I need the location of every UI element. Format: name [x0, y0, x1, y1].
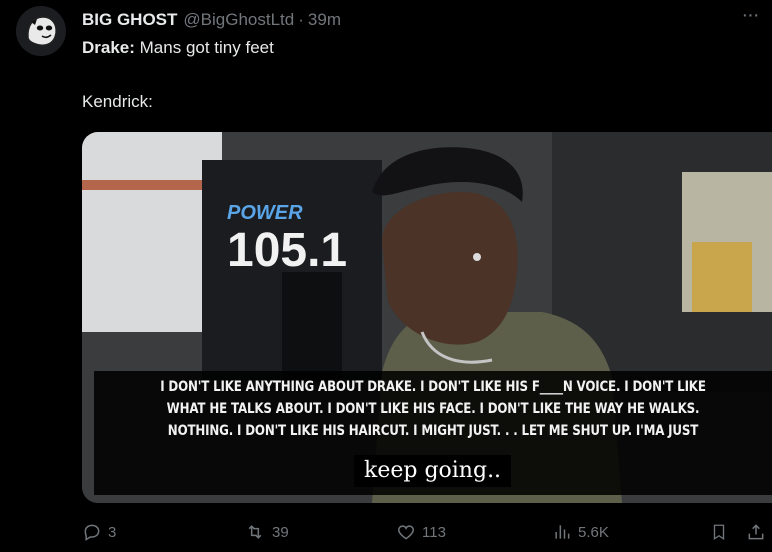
views-icon [555, 525, 570, 539]
ghost-avatar-icon [16, 6, 66, 56]
reply-count: 3 [108, 523, 117, 541]
like-button[interactable]: 113 [396, 522, 446, 542]
action-bar: 3 39 113 5.6K [82, 522, 772, 546]
like-icon [397, 525, 415, 540]
views-button[interactable]: 5.6K [552, 522, 609, 542]
tweet-text-line-1: Drake: Mans got tiny feet [82, 38, 274, 58]
subtitle-box: I DON'T LIKE ANYTHING ABOUT DRAKE. I DON… [94, 371, 772, 495]
tweet-media[interactable]: POWER 105.1 I DON'T LIKE ANYTHING ABOUT … [82, 132, 772, 503]
speaker-name: Drake: [82, 38, 135, 57]
station-sign: POWER 105.1 [227, 202, 357, 312]
share-button[interactable] [746, 522, 766, 542]
tweet-text-line-2: Kendrick: [82, 92, 153, 111]
view-count: 5.6K [578, 523, 609, 541]
subtitle-accent: keep going.. [354, 455, 512, 487]
more-icon[interactable]: ··· [738, 5, 762, 28]
repost-icon [248, 525, 262, 539]
like-count: 113 [422, 523, 446, 541]
subtitle-line-1: I DON'T LIKE ANYTHING ABOUT DRAKE. I DON… [160, 379, 706, 395]
tweet-header: BIG GHOST @BigGhostLtd · 39m [82, 10, 772, 32]
reply-icon [84, 524, 100, 541]
subtitle-line-3: NOTHING. I DON'T LIKE HIS HAIRCUT. I MIG… [167, 423, 699, 439]
share-icon [748, 524, 764, 540]
repost-button[interactable]: 39 [244, 522, 289, 542]
speaker-quote: Mans got tiny feet [134, 38, 274, 57]
bookmark-icon [713, 524, 725, 541]
display-name[interactable]: BIG GHOST [82, 10, 177, 30]
user-handle[interactable]: @BigGhostLtd [183, 10, 294, 30]
repost-count: 39 [272, 523, 289, 541]
separator: · [298, 10, 304, 29]
timestamp[interactable]: 39m [308, 10, 341, 30]
station-sign-word: POWER [227, 202, 303, 224]
bookmark-button[interactable] [710, 522, 728, 542]
avatar[interactable] [16, 6, 66, 56]
subtitle-line-2: WHAT HE TALKS ABOUT. I DON'T LIKE HIS FA… [166, 401, 700, 417]
station-sign-number: 105.1 [227, 224, 348, 277]
reply-button[interactable]: 3 [82, 522, 116, 542]
